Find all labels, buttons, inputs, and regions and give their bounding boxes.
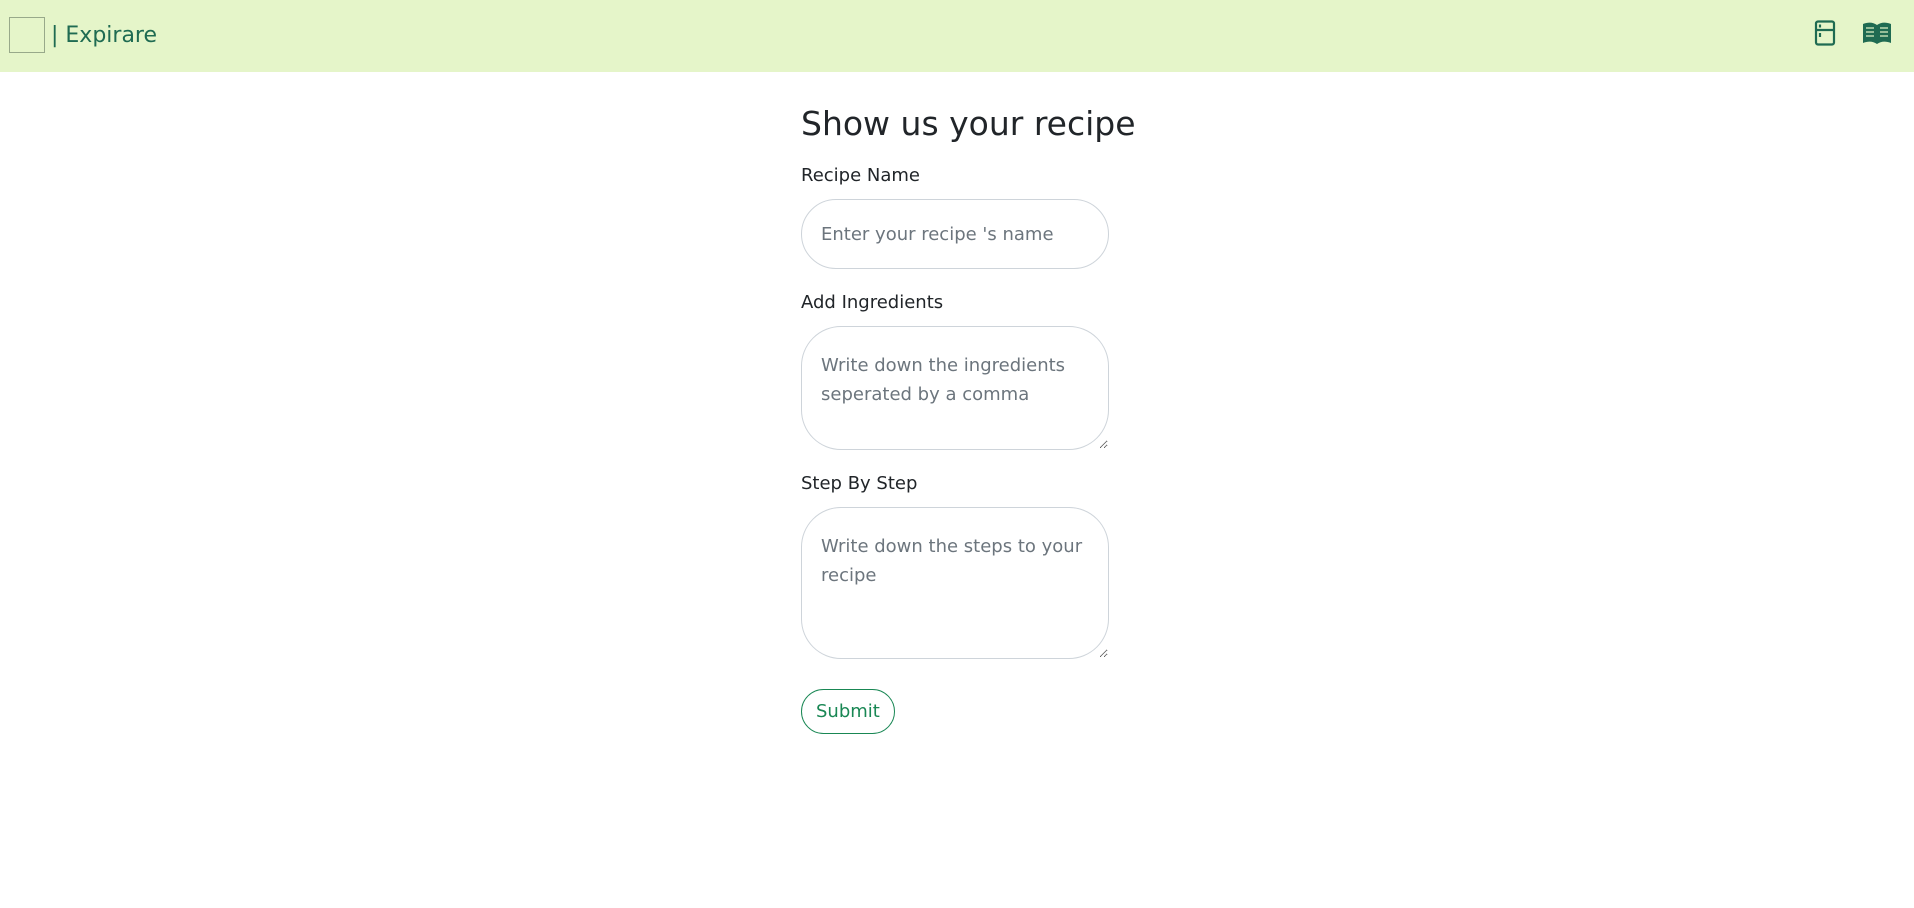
recipe-name-label: Recipe Name [801, 165, 920, 186]
steps-label: Step By Step [801, 473, 918, 494]
book-icon[interactable] [1862, 18, 1892, 48]
recipe-form: Show us your recipe Recipe Name Add Ingr… [801, 104, 1136, 734]
fridge-icon[interactable] [1810, 18, 1840, 48]
top-navbar: | Expirare [0, 0, 1914, 72]
logo-image [9, 17, 45, 53]
brand-link[interactable]: | Expirare [9, 17, 157, 53]
recipe-name-input[interactable] [801, 199, 1109, 269]
brand-name: | Expirare [51, 22, 158, 48]
ingredients-label: Add Ingredients [801, 292, 944, 313]
submit-button[interactable]: Submit [801, 689, 895, 734]
ingredients-textarea[interactable] [801, 326, 1109, 450]
page-title: Show us your recipe [801, 104, 1136, 143]
steps-textarea[interactable] [801, 507, 1109, 659]
nav-icon-group [1810, 18, 1892, 48]
